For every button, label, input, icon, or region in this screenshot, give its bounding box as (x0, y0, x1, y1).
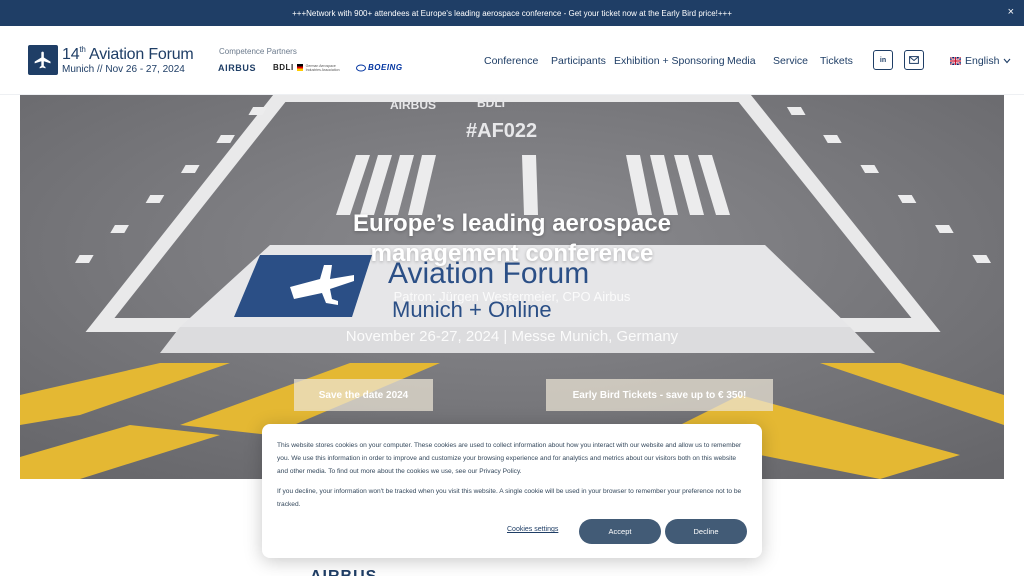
cookie-settings-link[interactable]: Cookies settings (507, 526, 558, 533)
hero-date: November 26-27, 2024 | Messe Munich, Ger… (345, 328, 679, 345)
uk-flag-icon (950, 57, 961, 65)
logo[interactable] (28, 45, 58, 75)
partner-bdli-logo[interactable]: BDLI German Aerospace Industries Associa… (273, 63, 344, 72)
chevron-down-icon (1004, 58, 1011, 64)
nav-conference[interactable]: Conference (484, 55, 538, 67)
nav-service[interactable]: Service (773, 55, 808, 67)
partner-airbus-logo[interactable]: AIRBUS (218, 63, 256, 73)
svg-text:BDLI: BDLI (477, 96, 505, 110)
svg-text:AIRBUS: AIRBUS (390, 98, 436, 112)
logo-subtitle: Munich // Nov 26 - 27, 2024 (62, 64, 185, 75)
cookie-text-primary: This website stores cookies on your comp… (277, 442, 742, 475)
logo-title[interactable]: 14th Aviation Forum (62, 45, 194, 64)
save-the-date-button[interactable]: Save the date 2024 (294, 379, 433, 411)
mail-icon[interactable] (904, 50, 924, 70)
nav-exhibition-sponsoring[interactable]: Exhibition + Sponsoring (614, 55, 725, 67)
nav-tickets[interactable]: Tickets (820, 55, 853, 67)
cookie-consent-banner: This website stores cookies on your comp… (262, 424, 762, 558)
hero-patron: Patron: Jürgen Westermeier, CPO Airbus (393, 289, 631, 304)
hero-title: Europe’s leading aerospace management co… (353, 210, 671, 267)
accept-button[interactable]: Accept (579, 519, 661, 544)
decline-button[interactable]: Decline (665, 519, 747, 544)
svg-text:#AF022: #AF022 (466, 120, 537, 142)
airplane-icon (34, 51, 51, 69)
partner-boeing-logo[interactable]: BOEING (356, 63, 403, 72)
partners-label: Competence Partners (219, 47, 297, 56)
site-header: 14th Aviation Forum Munich // Nov 26 - 2… (0, 26, 1024, 95)
early-bird-tickets-button[interactable]: Early Bird Tickets - save up to € 350! (546, 379, 773, 411)
cookie-text-secondary: If you decline, your information won't b… (277, 488, 742, 508)
partner-logo-strip: AIRBUS (310, 568, 377, 576)
nav-media[interactable]: Media (727, 55, 756, 67)
hero-background-image: AIRBUS BDLI #AF022 Aviation Forum Munich… (20, 95, 1004, 479)
close-icon[interactable]: × (1008, 6, 1014, 18)
announcement-text[interactable]: +++Network with 900+ attendees at Europe… (292, 9, 732, 18)
announcement-bar: +++Network with 900+ attendees at Europe… (0, 0, 1024, 26)
hero-banner: AIRBUS BDLI #AF022 Aviation Forum Munich… (20, 95, 1004, 479)
nav-participants[interactable]: Participants (551, 55, 606, 67)
language-selector[interactable]: English (950, 55, 1011, 67)
language-label: English (965, 55, 1000, 67)
linkedin-icon[interactable]: in (873, 50, 893, 70)
